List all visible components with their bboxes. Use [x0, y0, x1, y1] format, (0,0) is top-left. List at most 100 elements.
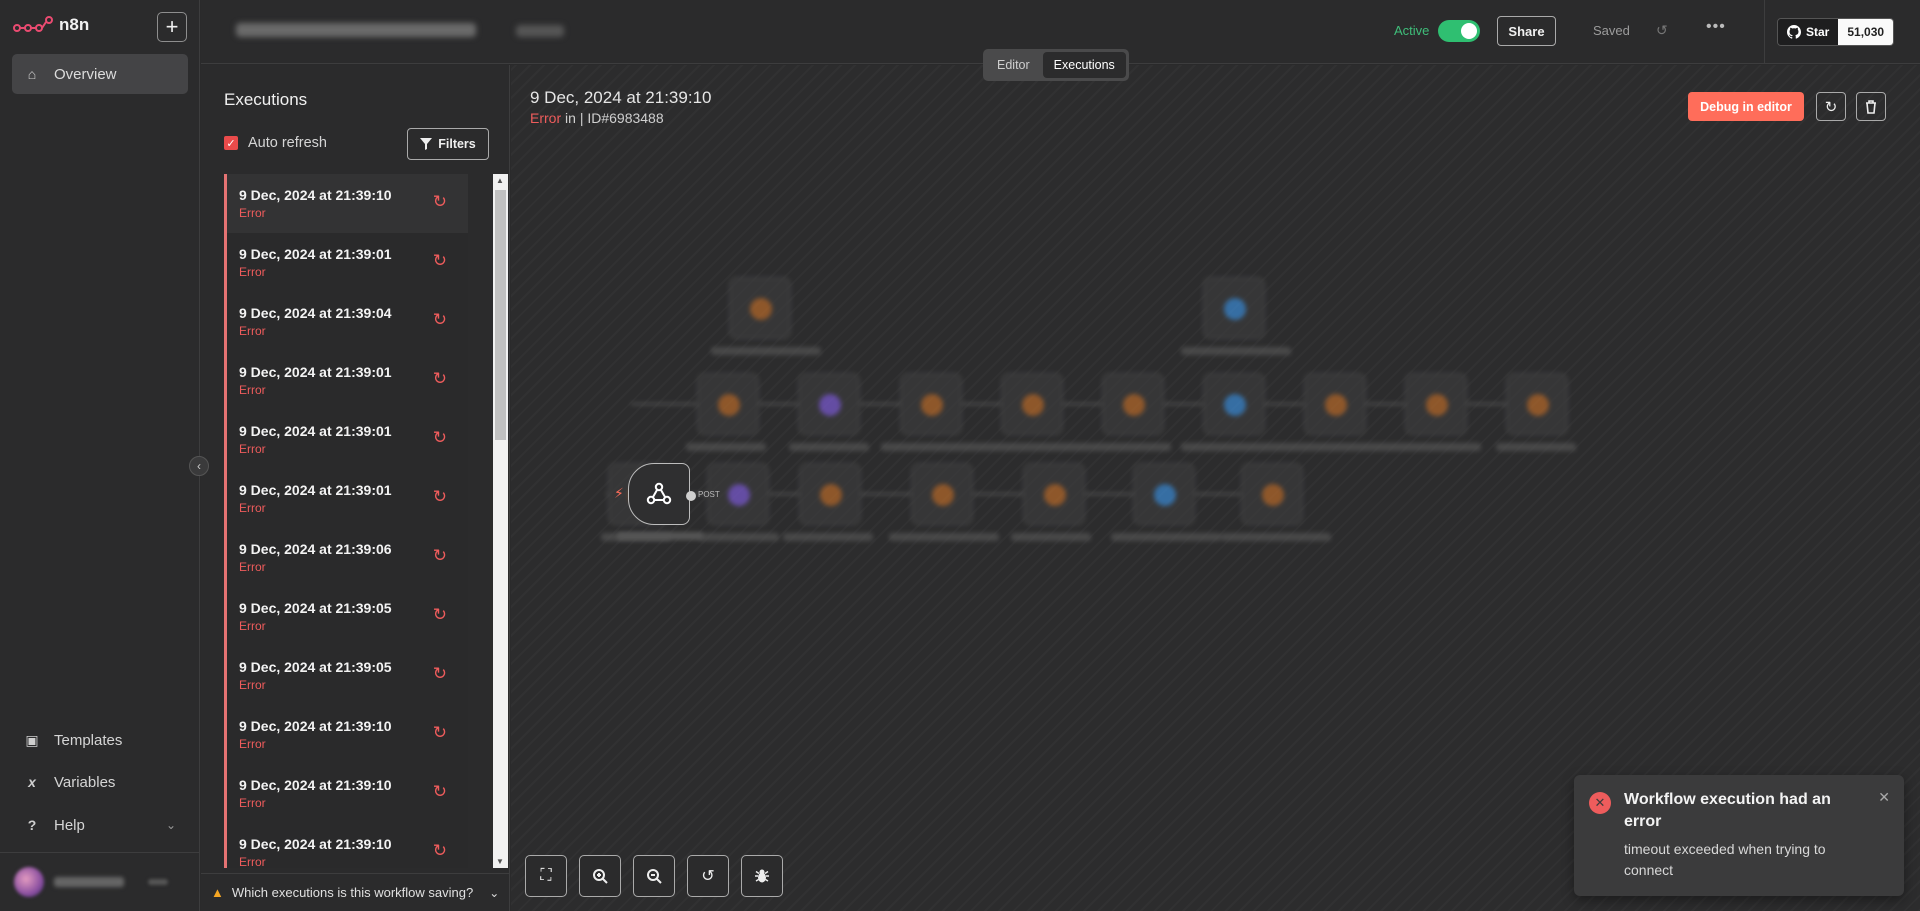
auto-refresh-control[interactable]: ✓ Auto refresh: [224, 135, 327, 151]
auto-refresh-label: Auto refresh: [248, 135, 327, 151]
executions-list: 9 Dec, 2024 at 21:39:10 Error ↻ 9 Dec, 2…: [224, 174, 468, 868]
n8n-logo-icon: [13, 16, 53, 32]
workflow-tag-redacted[interactable]: [516, 25, 564, 37]
retry-icon[interactable]: ↻: [433, 192, 447, 212]
webhook-icon: [646, 482, 672, 505]
retry-icon[interactable]: ↻: [433, 782, 447, 802]
tab-executions[interactable]: Executions: [1042, 52, 1126, 78]
undo-icon: ↺: [701, 868, 715, 885]
n8n-logo[interactable]: n8n: [13, 14, 89, 36]
zoom-in-button[interactable]: [579, 855, 621, 897]
error-icon: ✕: [1589, 792, 1611, 814]
retry-icon[interactable]: ↻: [433, 251, 447, 271]
sidebar-item-help[interactable]: ? Help ⌄: [12, 807, 188, 843]
fit-view-button[interactable]: ⛶: [525, 855, 567, 897]
execution-item[interactable]: 9 Dec, 2024 at 21:39:10 Error ↻: [224, 764, 468, 823]
github-star-count: 51,030: [1838, 19, 1894, 45]
warning-icon: ▲: [211, 885, 224, 900]
app-root: n8n + ⌂ Overview ▣ Templates x Variables…: [0, 0, 1920, 911]
templates-icon: ▣: [25, 731, 39, 748]
zoom-out-icon: [647, 869, 662, 884]
retry-icon[interactable]: ↻: [433, 428, 447, 448]
github-star-label: Star: [1806, 25, 1830, 39]
executions-panel: Executions ✓ Auto refresh Filters 9 Dec,…: [201, 65, 510, 911]
question-icon: ?: [27, 817, 37, 833]
share-button[interactable]: Share: [1497, 16, 1556, 46]
retry-icon[interactable]: ↻: [433, 723, 447, 743]
execution-item[interactable]: 9 Dec, 2024 at 21:39:01 Error ↻: [224, 469, 468, 528]
saved-label: Saved: [1593, 23, 1630, 38]
header-divider: [1764, 0, 1765, 64]
history-icon[interactable]: ↺: [1656, 22, 1668, 39]
tab-editor[interactable]: Editor: [986, 52, 1041, 78]
retry-icon[interactable]: ↻: [433, 310, 447, 330]
execution-item[interactable]: 9 Dec, 2024 at 21:39:05 Error ↻: [224, 646, 468, 705]
workflow-name-redacted[interactable]: [236, 23, 476, 37]
sidebar-item-templates[interactable]: ▣ Templates: [12, 722, 188, 758]
scroll-down-arrow[interactable]: ▼: [496, 857, 504, 866]
toast-message: timeout exceeded when trying to connect: [1624, 841, 1826, 878]
retry-icon[interactable]: ↻: [433, 369, 447, 389]
retry-icon[interactable]: ↻: [433, 605, 447, 625]
debug-toggle-button[interactable]: [741, 855, 783, 897]
saving-info-bar[interactable]: ▲ Which executions is this workflow savi…: [201, 873, 510, 911]
zoom-out-button[interactable]: [633, 855, 675, 897]
github-icon: [1787, 25, 1801, 39]
add-button[interactable]: +: [157, 12, 187, 42]
execution-item[interactable]: 9 Dec, 2024 at 21:39:01 Error ↻: [224, 410, 468, 469]
close-icon[interactable]: ✕: [1878, 789, 1890, 806]
scroll-thumb[interactable]: [495, 190, 506, 440]
active-label: Active: [1394, 23, 1430, 38]
sidebar-item-label: Help: [54, 816, 85, 834]
execution-item[interactable]: 9 Dec, 2024 at 21:39:01 Error ↻: [224, 351, 468, 410]
execution-item[interactable]: 9 Dec, 2024 at 21:39:10 Error ↻: [224, 705, 468, 764]
execution-item[interactable]: 9 Dec, 2024 at 21:39:06 Error ↻: [224, 528, 468, 587]
trash-icon: [1866, 99, 1876, 114]
active-toggle[interactable]: [1438, 20, 1480, 42]
execution-item[interactable]: 9 Dec, 2024 at 21:39:10 Error ↻: [224, 823, 468, 868]
logo-text: n8n: [59, 15, 90, 34]
execution-status-text: Error: [530, 110, 562, 126]
execution-item[interactable]: 9 Dec, 2024 at 21:39:04 Error ↻: [224, 292, 468, 351]
trigger-bolt-icon: ⚡: [614, 485, 624, 501]
github-star-button[interactable]: Star 51,030: [1777, 18, 1895, 46]
debug-in-editor-button[interactable]: Debug in editor: [1688, 92, 1804, 121]
retry-icon[interactable]: ↻: [433, 664, 447, 684]
retry-icon[interactable]: ↻: [433, 546, 447, 566]
chevron-down-icon: ⌄: [489, 885, 500, 900]
zoom-in-icon: [593, 869, 608, 884]
reset-zoom-button[interactable]: ↺: [687, 855, 729, 897]
user-menu[interactable]: [0, 852, 200, 911]
filter-icon: [420, 138, 433, 150]
scroll-up-arrow[interactable]: ▲: [496, 176, 504, 185]
filters-label: Filters: [438, 137, 476, 151]
filters-button[interactable]: Filters: [407, 128, 489, 160]
webhook-node-label-redacted: [617, 532, 703, 540]
executions-title: Executions: [224, 90, 308, 109]
execution-heading: 9 Dec, 2024 at 21:39:10: [530, 88, 712, 107]
sidebar-item-overview[interactable]: ⌂ Overview: [12, 54, 188, 94]
execution-item[interactable]: 9 Dec, 2024 at 21:39:10 Error ↻: [224, 174, 468, 233]
retry-icon[interactable]: ↻: [433, 841, 447, 861]
user-options-icon[interactable]: [148, 879, 168, 885]
more-options-icon[interactable]: •••: [1706, 18, 1726, 36]
sidebar-item-label: Variables: [54, 773, 116, 791]
webhook-node[interactable]: [628, 463, 690, 525]
auto-refresh-checkbox[interactable]: ✓: [224, 136, 238, 150]
avatar: [14, 867, 44, 897]
sidebar-item-variables[interactable]: x Variables: [12, 764, 188, 800]
sidebar-item-label: Overview: [54, 65, 117, 83]
webhook-output-port[interactable]: [686, 491, 696, 501]
delete-execution-button[interactable]: [1856, 92, 1886, 121]
retry-execution-button[interactable]: ↻: [1816, 92, 1846, 121]
executions-scrollbar[interactable]: ▲ ▼: [493, 174, 508, 868]
execution-id: | ID#6983488: [579, 110, 664, 126]
github-star: Star: [1778, 19, 1839, 45]
collapse-sidebar-button[interactable]: ‹: [189, 456, 209, 476]
saving-question: Which executions is this workflow saving…: [231, 885, 474, 900]
error-toast: ✕ Workflow execution had an error timeou…: [1574, 775, 1904, 896]
execution-item[interactable]: 9 Dec, 2024 at 21:39:01 Error ↻: [224, 233, 468, 292]
toast-title: Workflow execution had an error: [1624, 791, 1831, 830]
retry-icon[interactable]: ↻: [433, 487, 447, 507]
execution-item[interactable]: 9 Dec, 2024 at 21:39:05 Error ↻: [224, 587, 468, 646]
